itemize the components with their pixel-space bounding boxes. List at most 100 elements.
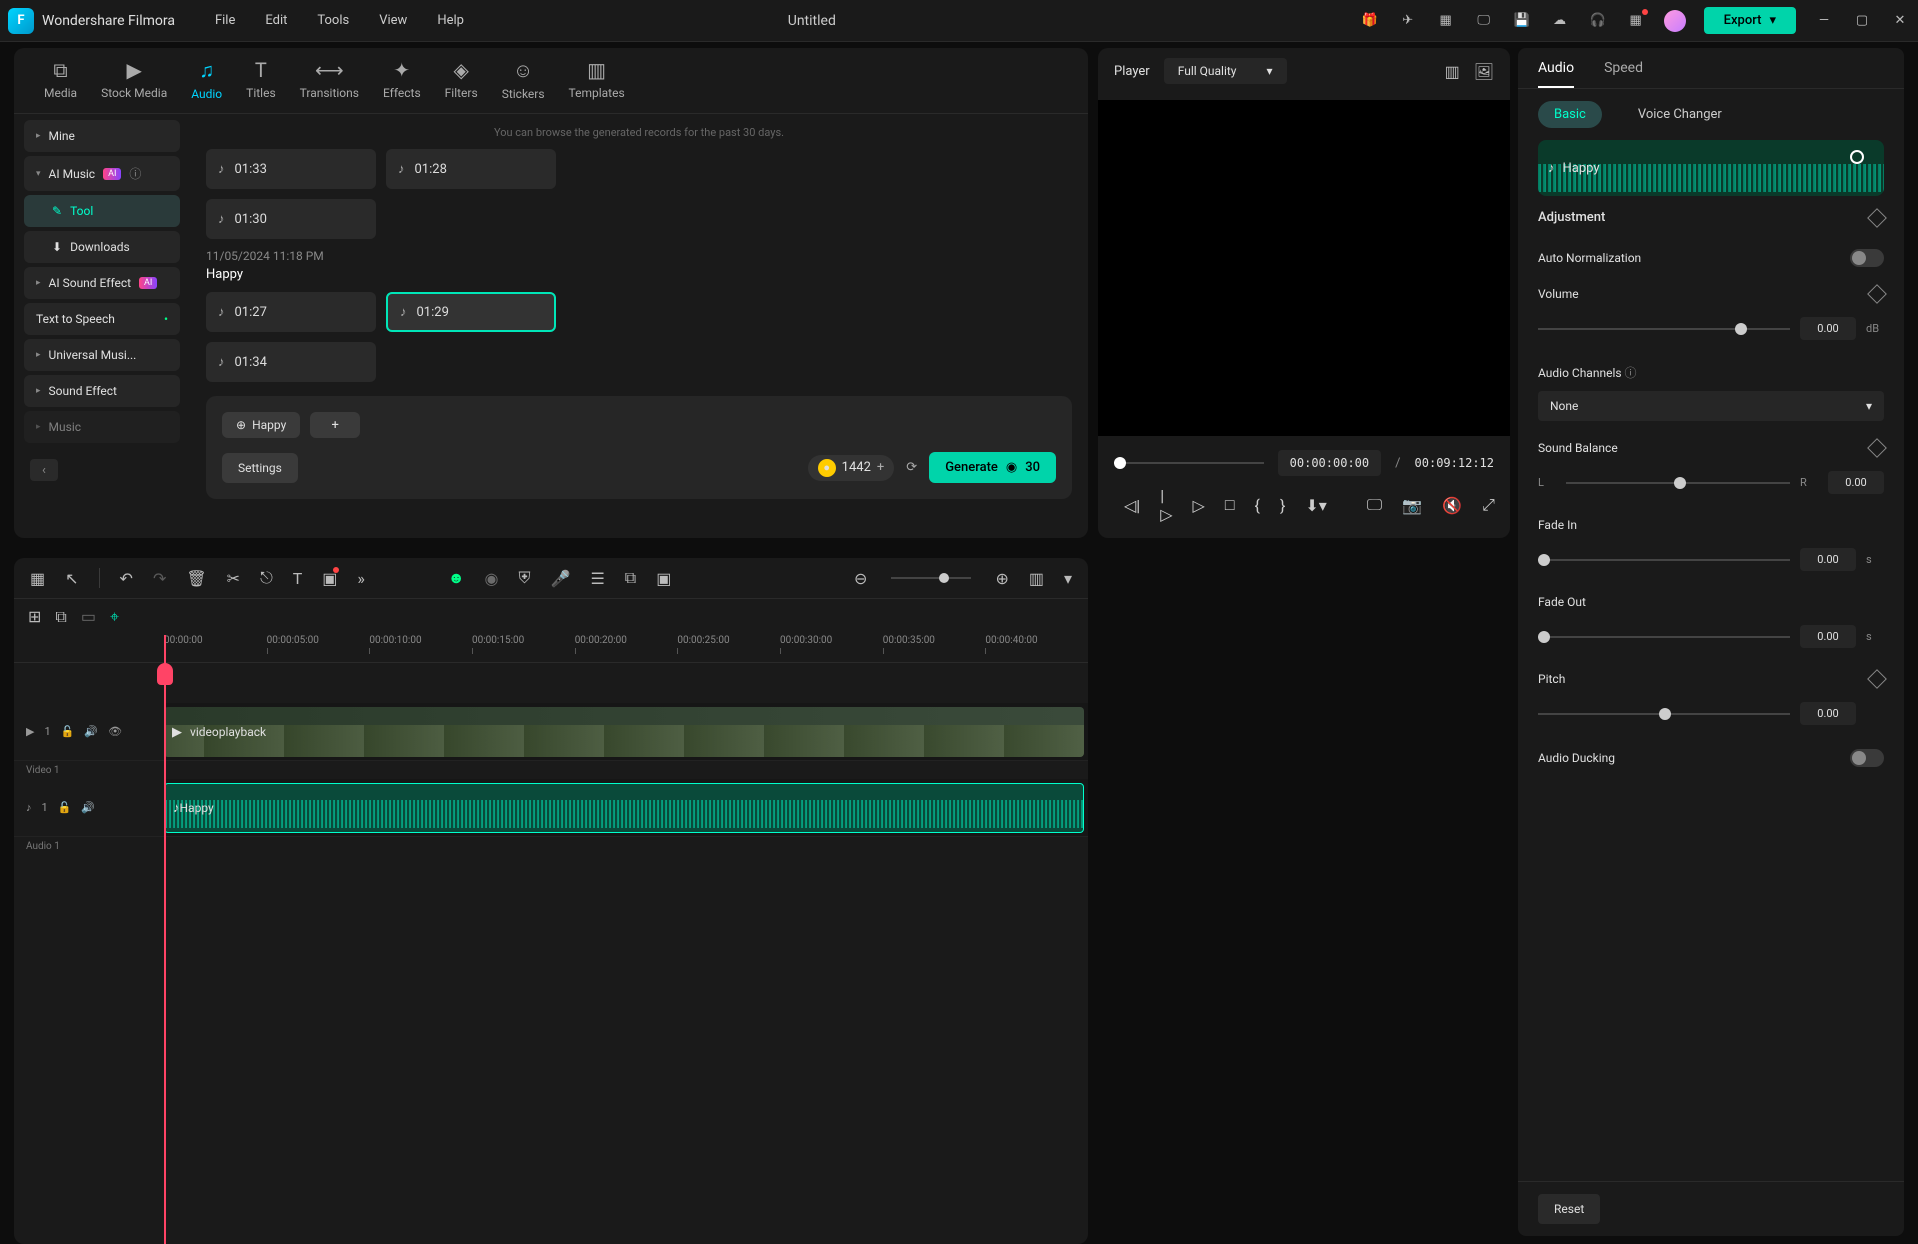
- stop-icon[interactable]: □: [1225, 495, 1235, 515]
- sidebar-item-downloads[interactable]: ⬇Downloads: [24, 231, 180, 263]
- mic-icon[interactable]: 🎤: [551, 569, 571, 588]
- video-track-header[interactable]: ▶1 🔓 🔊 👁: [14, 703, 164, 760]
- audio-clip-card[interactable]: ♪01:28: [386, 149, 556, 189]
- tab-transitions[interactable]: ⟷Transitions: [300, 58, 359, 113]
- track-add-icon[interactable]: ⊞: [28, 607, 41, 627]
- crop-icon[interactable]: ▣: [322, 569, 337, 588]
- headphones-icon[interactable]: 🎧: [1588, 11, 1608, 31]
- adjustment-header[interactable]: Adjustment: [1538, 196, 1884, 239]
- audio-clip[interactable]: ♪ Happy: [164, 783, 1084, 833]
- cut-icon[interactable]: ✂: [227, 569, 240, 588]
- more-icon[interactable]: »: [357, 569, 365, 588]
- clip-down-icon[interactable]: ⬇▾: [1305, 496, 1326, 515]
- compare-icon[interactable]: ▥: [1445, 62, 1460, 81]
- tab-stickers[interactable]: ☺Stickers: [502, 58, 545, 113]
- sidebar-item-ai-sound-effect[interactable]: ▸AI Sound EffectAI: [24, 267, 180, 299]
- sidebar-item-tool[interactable]: ✎Tool: [24, 195, 180, 227]
- mute-icon[interactable]: 🔊: [81, 801, 95, 814]
- zoom-slider[interactable]: [891, 577, 971, 579]
- monitor-icon[interactable]: 🖵: [1474, 11, 1494, 31]
- keyframe-icon[interactable]: [1867, 669, 1887, 689]
- balance-slider[interactable]: [1566, 482, 1790, 484]
- mark-in-icon[interactable]: {: [1255, 496, 1260, 515]
- collapse-sidebar-button[interactable]: ‹: [30, 459, 58, 481]
- video-clip[interactable]: ▶ videoplayback: [164, 707, 1084, 757]
- volume-value[interactable]: 0.00: [1800, 317, 1856, 340]
- grid-icon[interactable]: ▦: [30, 569, 45, 588]
- auto-norm-toggle[interactable]: [1850, 249, 1884, 267]
- tab-templates[interactable]: ▥Templates: [569, 58, 625, 113]
- fadeout-slider[interactable]: [1538, 636, 1790, 638]
- sidebar-item-music[interactable]: ▸Music: [24, 411, 180, 443]
- marker-icon[interactable]: ◉: [485, 569, 499, 588]
- audio-clip-card[interactable]: ♪01:30: [206, 199, 376, 239]
- step-back-icon[interactable]: |▷: [1160, 486, 1172, 524]
- lock-icon[interactable]: 🔓: [61, 725, 75, 738]
- tab-audio-properties[interactable]: Audio: [1538, 60, 1574, 88]
- settings-button[interactable]: Settings: [222, 453, 298, 483]
- refresh-icon[interactable]: ⟳: [906, 460, 917, 475]
- minimize-icon[interactable]: —: [1814, 11, 1834, 31]
- save-icon[interactable]: 💾: [1512, 11, 1532, 31]
- channels-select[interactable]: None▾: [1538, 391, 1884, 421]
- keyframe-icon[interactable]: [1867, 438, 1887, 458]
- mute-icon[interactable]: 🔇: [1442, 496, 1462, 515]
- track-mute-icon[interactable]: ▭: [81, 607, 96, 627]
- keyframe-icon[interactable]: [1867, 284, 1887, 304]
- subtab-voice-changer[interactable]: Voice Changer: [1622, 101, 1738, 128]
- tab-effects[interactable]: ✦Effects: [383, 58, 421, 113]
- balance-value[interactable]: 0.00: [1828, 471, 1884, 494]
- info-icon[interactable]: ⓘ: [1625, 366, 1637, 380]
- cursor-icon[interactable]: ↖: [65, 569, 78, 588]
- menu-file[interactable]: File: [215, 13, 235, 28]
- mood-tag[interactable]: ⊕Happy: [222, 412, 300, 438]
- camera-icon[interactable]: 📷: [1402, 496, 1422, 515]
- pitch-slider[interactable]: [1538, 713, 1790, 715]
- shield-icon[interactable]: ⛨: [519, 568, 531, 588]
- pitch-value[interactable]: 0.00: [1800, 702, 1856, 725]
- chevron-down-icon[interactable]: ▾: [1064, 569, 1072, 588]
- reset-button[interactable]: Reset: [1538, 1194, 1600, 1224]
- snapshot-icon[interactable]: 🖼: [1474, 62, 1494, 81]
- gift-icon[interactable]: 🎁: [1360, 11, 1380, 31]
- prev-frame-icon[interactable]: ◁|: [1124, 496, 1140, 515]
- video-preview[interactable]: [1098, 100, 1510, 436]
- avatar[interactable]: [1664, 10, 1686, 32]
- sidebar-item-universal-music[interactable]: ▸Universal Musi...: [24, 339, 180, 371]
- delete-icon[interactable]: 🗑: [186, 569, 206, 588]
- split-icon[interactable]: ⎋: [260, 568, 273, 588]
- redo-icon[interactable]: ↷: [153, 569, 166, 588]
- ai-face-icon[interactable]: ☻: [448, 568, 465, 588]
- sidebar-item-sound-effect[interactable]: ▸Sound Effect: [24, 375, 180, 407]
- layout-icon[interactable]: ▥: [1029, 569, 1044, 588]
- display-icon[interactable]: 🖵: [1367, 495, 1382, 515]
- sidebar-item-mine[interactable]: ▸Mine: [24, 120, 180, 152]
- zoom-out-icon[interactable]: ⊖: [854, 569, 867, 588]
- cloud-icon[interactable]: ☁: [1550, 11, 1570, 31]
- generate-button[interactable]: Generate◉30: [929, 452, 1056, 483]
- handle-icon[interactable]: [1850, 150, 1864, 164]
- fullscreen-icon[interactable]: ⤢: [1482, 495, 1495, 515]
- playback-progress[interactable]: [1114, 462, 1264, 464]
- add-tag-button[interactable]: +: [310, 412, 360, 438]
- magnet-icon[interactable]: ⌖: [110, 607, 119, 627]
- image-icon[interactable]: ▣: [656, 569, 671, 588]
- keyframe-icon[interactable]: [1867, 208, 1887, 228]
- audio-clip-card[interactable]: ♪01:27: [206, 292, 376, 332]
- clip-preview[interactable]: ♪ Happy: [1538, 140, 1884, 196]
- ducking-toggle[interactable]: [1850, 749, 1884, 767]
- tab-audio[interactable]: ♫Audio: [191, 58, 222, 113]
- fadein-value[interactable]: 0.00: [1800, 548, 1856, 571]
- send-icon[interactable]: ✈: [1398, 11, 1418, 31]
- undo-icon[interactable]: ↶: [120, 569, 133, 588]
- fadein-slider[interactable]: [1538, 559, 1790, 561]
- fadeout-value[interactable]: 0.00: [1800, 625, 1856, 648]
- mark-out-icon[interactable]: }: [1280, 496, 1285, 515]
- maximize-icon[interactable]: ▢: [1852, 11, 1872, 31]
- tab-stock-media[interactable]: ▶Stock Media: [101, 58, 167, 113]
- quality-select[interactable]: Full Quality▾: [1164, 58, 1287, 84]
- credits-display[interactable]: ●1442+: [808, 455, 895, 481]
- audio-clip-card[interactable]: ♪01:34: [206, 342, 376, 382]
- volume-slider[interactable]: [1538, 328, 1790, 330]
- close-icon[interactable]: ✕: [1890, 11, 1910, 31]
